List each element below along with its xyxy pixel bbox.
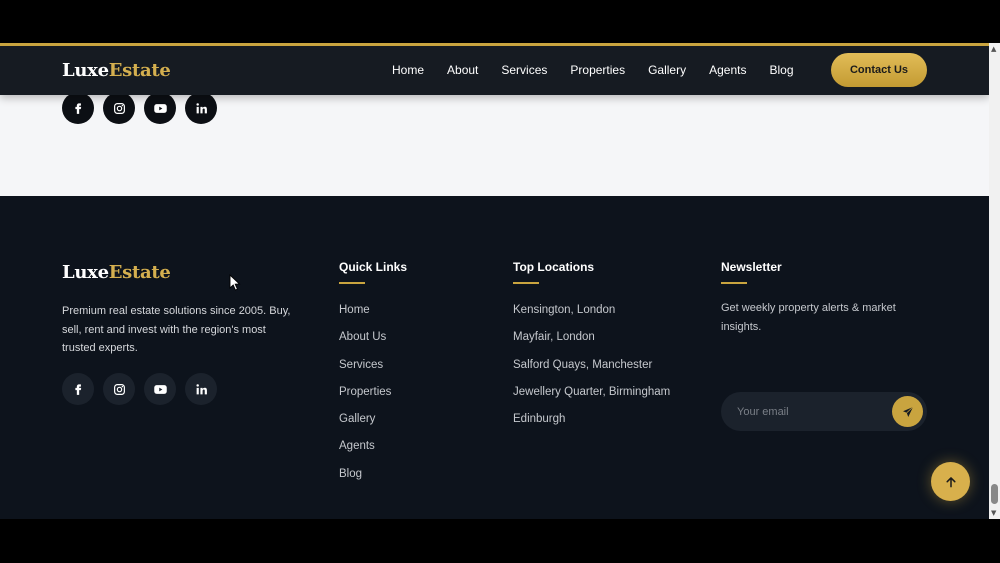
light-section — [0, 92, 989, 196]
quick-link-about-us[interactable]: About Us — [339, 330, 391, 357]
nav-link-home[interactable]: Home — [392, 63, 424, 77]
newsletter-email-input[interactable] — [737, 392, 887, 431]
quick-links-title: Quick Links — [339, 260, 408, 274]
back-to-top-button[interactable] — [931, 462, 970, 501]
page-scrollbar[interactable]: ▲ ▼ — [989, 43, 1000, 519]
newsletter-underline — [721, 282, 747, 284]
brand-name-part1: Luxe — [62, 60, 109, 81]
quick-links-list: Home About Us Services Properties Galler… — [339, 303, 391, 494]
top-locations-list: Kensington, London Mayfair, London Salfo… — [513, 303, 670, 439]
location-link[interactable]: Jewellery Quarter, Birmingham — [513, 385, 670, 412]
nav-link-gallery[interactable]: Gallery — [648, 63, 686, 77]
quick-link-home[interactable]: Home — [339, 303, 391, 330]
newsletter-submit-button[interactable] — [892, 396, 923, 427]
social-links-footer — [62, 373, 226, 405]
brand-name-part2: Estate — [108, 60, 171, 81]
nav-link-blog[interactable]: Blog — [769, 63, 793, 77]
newsletter-description: Get weekly property alerts & market insi… — [721, 302, 896, 333]
instagram-icon[interactable] — [103, 92, 135, 124]
location-link[interactable]: Kensington, London — [513, 303, 670, 330]
youtube-icon[interactable] — [144, 92, 176, 124]
footer: LuxeEstate Premium real estate solutions… — [0, 196, 989, 519]
nav-link-about[interactable]: About — [447, 63, 478, 77]
send-icon — [902, 406, 913, 417]
quick-link-services[interactable]: Services — [339, 358, 391, 385]
footer-brand-logo[interactable]: LuxeEstate — [62, 262, 171, 283]
social-links-light — [62, 92, 226, 124]
page: LuxeEstate Home About Services Propertie… — [0, 43, 989, 519]
quick-link-agents[interactable]: Agents — [339, 439, 391, 466]
linkedin-icon[interactable] — [185, 92, 217, 124]
scrollbar-thumb[interactable] — [991, 484, 998, 504]
top-locations-underline — [513, 282, 539, 284]
facebook-icon[interactable] — [62, 373, 94, 405]
newsletter-form — [721, 392, 927, 431]
mouse-cursor-icon — [229, 273, 241, 295]
youtube-icon[interactable] — [144, 373, 176, 405]
brand-name-part2: Estate — [108, 262, 171, 283]
nav-link-agents[interactable]: Agents — [709, 63, 746, 77]
location-link[interactable]: Salford Quays, Manchester — [513, 358, 670, 385]
scroll-up-icon[interactable]: ▲ — [991, 45, 996, 53]
contact-us-button[interactable]: Contact Us — [831, 53, 927, 87]
facebook-icon[interactable] — [62, 92, 94, 124]
quick-link-blog[interactable]: Blog — [339, 467, 391, 494]
nav-link-properties[interactable]: Properties — [570, 63, 625, 77]
brand-logo[interactable]: LuxeEstate — [62, 60, 171, 81]
scroll-down-icon[interactable]: ▼ — [991, 509, 996, 517]
top-locations-title: Top Locations — [513, 260, 595, 274]
linkedin-icon[interactable] — [185, 373, 217, 405]
nav-links: Home About Services Properties Gallery A… — [392, 63, 817, 77]
location-link[interactable]: Edinburgh — [513, 412, 670, 439]
location-link[interactable]: Mayfair, London — [513, 330, 670, 357]
footer-description: Premium real estate solutions since 2005… — [62, 305, 291, 354]
instagram-icon[interactable] — [103, 373, 135, 405]
navbar: LuxeEstate Home About Services Propertie… — [0, 43, 989, 95]
brand-name-part1: Luxe — [62, 262, 109, 283]
nav-link-services[interactable]: Services — [501, 63, 547, 77]
newsletter-title: Newsletter — [721, 260, 782, 274]
quick-links-underline — [339, 282, 365, 284]
quick-link-properties[interactable]: Properties — [339, 385, 391, 412]
quick-link-gallery[interactable]: Gallery — [339, 412, 391, 439]
arrow-up-icon — [945, 476, 956, 487]
